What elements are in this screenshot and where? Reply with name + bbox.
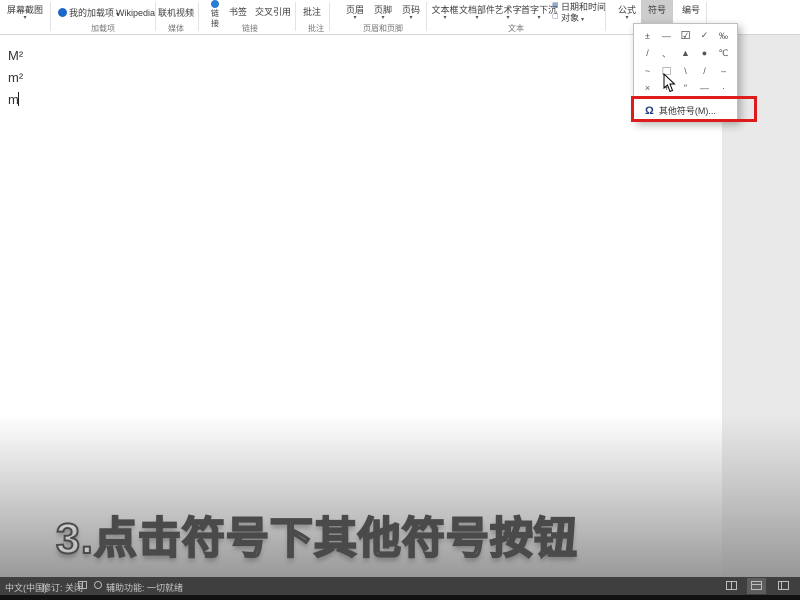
chevron-down-icon: ▾ [370, 16, 396, 21]
symbol-cell[interactable]: ± [638, 27, 657, 45]
text-cursor [18, 92, 19, 106]
number-label: 编号 [682, 5, 700, 15]
object-label: 对象 [561, 13, 579, 23]
symbol-label: 符号 [648, 5, 666, 15]
symbol-cell[interactable]: — [695, 80, 714, 98]
tutorial-highlight-rectangle [631, 96, 757, 122]
addins-icon [58, 8, 67, 17]
document-text-line: m² [8, 70, 23, 85]
symbol-cell[interactable]: ▲ [676, 45, 695, 63]
comment-label: 批注 [303, 7, 321, 17]
page-number-button[interactable]: 页码 ▾ [398, 5, 424, 21]
group-label-comments: 批注 [286, 24, 346, 33]
symbol-cell[interactable]: · [714, 80, 733, 98]
comment-button[interactable]: 批注 [303, 7, 321, 17]
accessibility-status[interactable]: 辅助功能: 一切就绪 [106, 581, 183, 594]
quick-parts-button[interactable]: 文档部件 ▾ [459, 5, 495, 21]
symbol-cell[interactable]: – [714, 62, 733, 80]
my-addins-label: 我的加载项 [69, 8, 114, 18]
symbol-cell[interactable]: — [657, 27, 676, 45]
chevron-down-icon: ▾ [398, 16, 424, 21]
screenshot-label: 屏幕截图 [7, 5, 43, 15]
recent-symbols-grid: ± — ☑ ✓ ‰ / 、 ▲ ● ℃ ~ □ \ / – × + ″ — · [638, 27, 733, 97]
link-label-2: 接 [211, 19, 219, 28]
link-label-1: 链 [211, 9, 219, 18]
track-changes-status[interactable]: 修订: 关闭 [42, 581, 83, 594]
quick-parts-label: 文档部件 [459, 5, 495, 15]
group-label-header-footer: 页眉和页脚 [353, 24, 413, 33]
group-label-media: 媒体 [146, 24, 206, 33]
text-box-label: 文本框 [431, 5, 458, 15]
chevron-down-icon: ▾ [459, 16, 495, 21]
symbol-cell[interactable]: / [695, 62, 714, 80]
wikipedia-button[interactable]: Wikipedia [116, 8, 155, 18]
accessibility-icon [94, 581, 102, 589]
object-icon: ▢ [552, 13, 559, 21]
chevron-down-icon: ▾ [494, 16, 522, 21]
cross-reference-label: 交叉引用 [255, 7, 291, 17]
link-icon [211, 0, 219, 8]
group-label-text: 文本 [486, 24, 546, 33]
symbol-cell[interactable]: ″ [676, 80, 695, 98]
document-text-line: M² [8, 48, 23, 63]
date-time-icon: ▦ [552, 2, 559, 10]
letterbox-strip [0, 595, 800, 600]
symbol-cell[interactable]: ‰ [714, 27, 733, 45]
equation-button[interactable]: 公式 ▾ [612, 5, 642, 21]
symbol-cell[interactable]: × [638, 80, 657, 98]
symbol-cell[interactable]: ☑ [676, 27, 695, 45]
object-button[interactable]: 对象▾ [561, 13, 584, 25]
symbol-cell[interactable]: ✓ [695, 27, 714, 45]
header-label: 页眉 [346, 5, 364, 15]
print-layout-icon[interactable] [751, 581, 762, 590]
text-box-button[interactable]: 文本框 ▾ [431, 5, 459, 21]
web-layout-icon[interactable] [778, 581, 789, 590]
online-video-label: 联机视频 [158, 8, 194, 18]
symbol-cell[interactable]: ● [695, 45, 714, 63]
word-art-label: 艺术字 [494, 5, 521, 15]
ribbon-divider [50, 2, 51, 31]
word-window: 屏幕截图 ▾ 我的加载项▾ Wikipedia 联机视频 链 接 书签 交叉引用 [0, 0, 800, 600]
equation-label: 公式 [618, 5, 636, 15]
date-time-button[interactable]: 日期和时间 [561, 2, 606, 12]
word-art-button[interactable]: 艺术字 ▾ [494, 5, 522, 21]
chevron-down-icon: ▾ [342, 16, 368, 21]
status-bar: 中文(中国) 修订: 关闭 辅助功能: 一切就绪 [0, 577, 800, 595]
bookmark-button[interactable]: 书签 [229, 7, 247, 17]
chevron-down-icon: ▾ [612, 16, 642, 21]
number-button[interactable]: 编号 [676, 5, 706, 15]
symbol-cell[interactable]: \ [676, 62, 695, 80]
symbol-cell[interactable]: / [638, 45, 657, 63]
bookmark-label: 书签 [229, 7, 247, 17]
screenshot-button[interactable]: 屏幕截图 ▾ [2, 5, 48, 21]
date-time-label: 日期和时间 [561, 2, 606, 12]
chevron-down-icon: ▾ [2, 16, 48, 21]
footer-label: 页脚 [374, 5, 392, 15]
language-status[interactable]: 中文(中国) [5, 581, 47, 594]
read-mode-icon[interactable] [726, 581, 737, 590]
footer-button[interactable]: 页脚 ▾ [370, 5, 396, 21]
group-label-links: 链接 [220, 24, 280, 33]
chevron-down-icon: ▾ [581, 17, 584, 23]
ribbon-divider [605, 2, 606, 31]
symbol-cell[interactable]: ℃ [714, 45, 733, 63]
symbol-cell[interactable]: ~ [638, 62, 657, 80]
online-video-button[interactable]: 联机视频 [158, 8, 194, 18]
my-addins-button[interactable]: 我的加载项▾ [69, 8, 119, 20]
page-number-label: 页码 [402, 5, 420, 15]
proofing-book-icon[interactable] [78, 581, 87, 589]
tutorial-caption: 3.点击符号下其他符号按钮 [56, 504, 578, 566]
wikipedia-label: Wikipedia [116, 8, 155, 18]
header-button[interactable]: 页眉 ▾ [342, 5, 368, 21]
chevron-down-icon: ▾ [431, 16, 459, 21]
mouse-cursor-icon [663, 73, 678, 93]
group-label-addins: 加载项 [73, 24, 133, 33]
ribbon-divider [426, 2, 427, 31]
symbol-cell[interactable]: 、 [657, 45, 676, 63]
cross-reference-button[interactable]: 交叉引用 [255, 7, 291, 17]
symbol-button[interactable]: 符号 [641, 0, 673, 23]
